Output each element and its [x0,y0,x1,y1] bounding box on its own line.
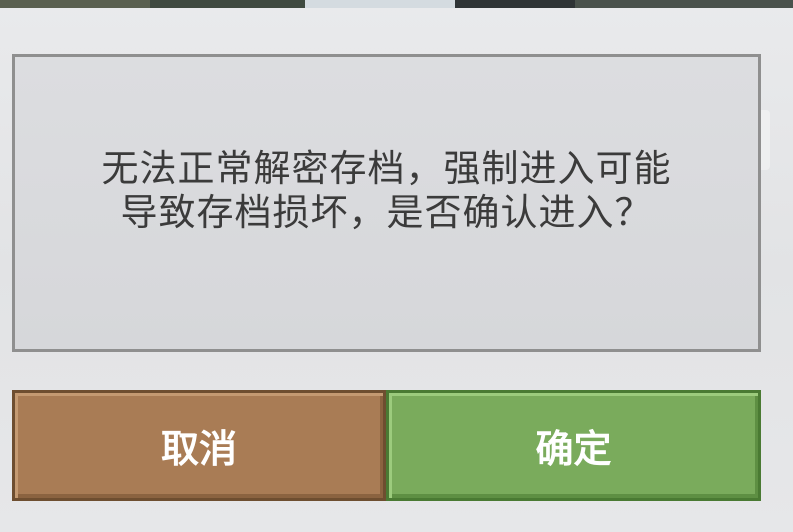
background-scene-segment [305,0,455,8]
dialog-panel: 无法正常解密存档，强制进入可能 导致存档损坏，是否确认进入？ [12,54,761,352]
cancel-button[interactable]: 取消 [12,390,386,501]
background-scene-segment [0,0,150,8]
background-scene-strip [0,0,793,8]
cancel-button-label: 取消 [160,427,237,471]
background-scene-segment [455,0,575,8]
background-scene-segment [150,0,305,8]
confirm-button-label: 确定 [535,427,612,471]
dialog-message: 无法正常解密存档，强制进入可能 导致存档损坏，是否确认进入？ [101,147,672,234]
confirm-button[interactable]: 确定 [386,390,761,501]
background-scene-segment [575,0,793,8]
